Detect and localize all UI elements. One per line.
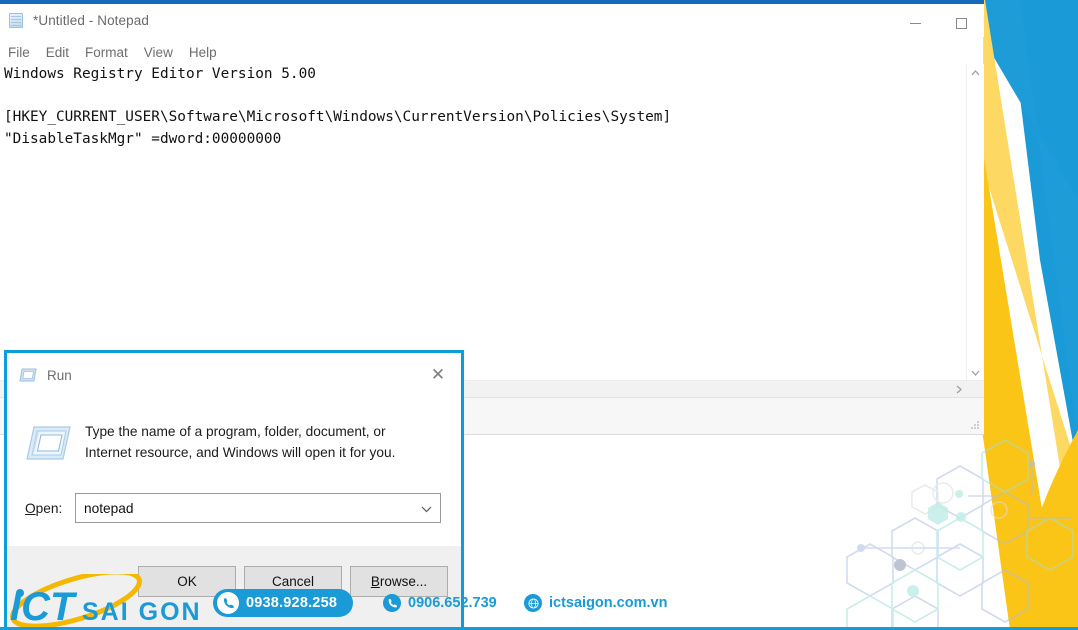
resize-grip-icon[interactable] bbox=[970, 420, 980, 430]
run-button-row: OK Cancel Browse... bbox=[7, 566, 461, 598]
screen-root: *Untitled - Notepad File Edit Format Vie… bbox=[0, 0, 1078, 630]
window-controls bbox=[892, 8, 984, 39]
website-url: ictsaigon.com.vn bbox=[549, 595, 668, 611]
run-dialog: Run ✕ Type the name of a program, folder… bbox=[4, 350, 464, 630]
scrollbar-corner bbox=[967, 381, 984, 398]
maximize-button[interactable] bbox=[938, 8, 984, 39]
hex-pattern bbox=[846, 439, 1074, 630]
notepad-content: Windows Registry Editor Version 5.00 [HK… bbox=[4, 66, 672, 147]
scroll-up-icon[interactable] bbox=[967, 64, 984, 81]
cancel-button[interactable]: Cancel bbox=[244, 566, 342, 597]
run-dialog-title: Run bbox=[47, 367, 72, 383]
run-window-icon bbox=[19, 368, 37, 382]
minimize-icon bbox=[909, 23, 921, 24]
window-title: *Untitled - Notepad bbox=[33, 13, 149, 28]
vertical-scrollbar[interactable] bbox=[966, 64, 983, 381]
close-button[interactable]: ✕ bbox=[415, 353, 461, 397]
notepad-icon bbox=[8, 12, 25, 29]
decor-curve-yellow bbox=[1014, 430, 1078, 630]
close-icon: ✕ bbox=[430, 365, 446, 384]
minimize-button[interactable] bbox=[892, 8, 938, 39]
scroll-down-icon[interactable] bbox=[967, 364, 984, 381]
ok-button[interactable]: OK bbox=[138, 566, 236, 597]
run-description: Type the name of a program, folder, docu… bbox=[85, 424, 396, 460]
open-combobox[interactable] bbox=[75, 493, 441, 523]
notepad-text-area[interactable]: Windows Registry Editor Version 5.00 [HK… bbox=[0, 64, 984, 381]
open-label: Open: bbox=[25, 500, 63, 516]
run-dialog-body: Type the name of a program, folder, docu… bbox=[7, 397, 461, 546]
run-titlebar[interactable]: Run ✕ bbox=[7, 353, 461, 397]
menu-item-file[interactable]: File bbox=[8, 45, 30, 60]
menu-item-format[interactable]: Format bbox=[85, 45, 128, 60]
maximize-icon bbox=[955, 18, 967, 29]
decor-band-blue bbox=[1008, 0, 1078, 470]
notepad-titlebar[interactable]: *Untitled - Notepad bbox=[0, 4, 984, 37]
globe-icon bbox=[524, 594, 542, 612]
scroll-right-icon[interactable] bbox=[950, 381, 967, 398]
menu-item-edit[interactable]: Edit bbox=[46, 45, 69, 60]
run-program-icon bbox=[25, 424, 72, 462]
run-open-row: Open: bbox=[25, 493, 449, 523]
menu-item-view[interactable]: View bbox=[144, 45, 173, 60]
chevron-down-icon[interactable] bbox=[421, 494, 432, 524]
open-input[interactable] bbox=[84, 500, 414, 516]
browse-button[interactable]: Browse... bbox=[350, 566, 448, 597]
menu-item-help[interactable]: Help bbox=[189, 45, 217, 60]
website-badge: ictsaigon.com.vn bbox=[524, 589, 667, 617]
notepad-menubar: File Edit Format View Help bbox=[0, 40, 984, 64]
